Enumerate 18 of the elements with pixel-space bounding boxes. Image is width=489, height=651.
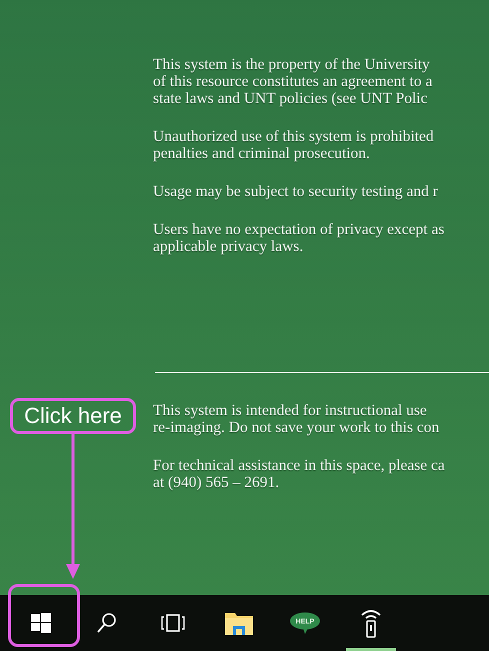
notice-text: penalties and criminal prosecution.: [153, 145, 371, 162]
search-icon[interactable]: [97, 612, 117, 634]
notice-text: re-imaging. Do not save your work to this con: [153, 419, 440, 436]
notice-text: This system is the property of the University: [153, 56, 431, 73]
notice-text: Users have no expectation of privacy except as: [153, 221, 446, 238]
notice-text: For technical assistance in this space, please ca: [153, 457, 446, 474]
callout-label: Click here: [10, 398, 136, 434]
notice-text: Unauthorized use of this system is prohibited: [153, 128, 435, 145]
notice-text: This system is intended for instructional use: [153, 402, 428, 419]
windows-icon[interactable]: [31, 613, 51, 633]
notice-text: of this resource constitutes an agreement to a: [153, 73, 434, 90]
task-view-icon[interactable]: [161, 613, 185, 633]
remote-signal-icon[interactable]: [360, 608, 382, 638]
notice-text: applicable privacy laws.: [153, 238, 304, 255]
notice-text: state laws and UNT policies (see UNT Polic: [153, 90, 428, 107]
notice-text: at (940) 565 – 2691.: [153, 474, 280, 491]
notice-text: Usage may be subject to security testing and r: [153, 183, 439, 200]
folder-icon[interactable]: [224, 610, 254, 636]
